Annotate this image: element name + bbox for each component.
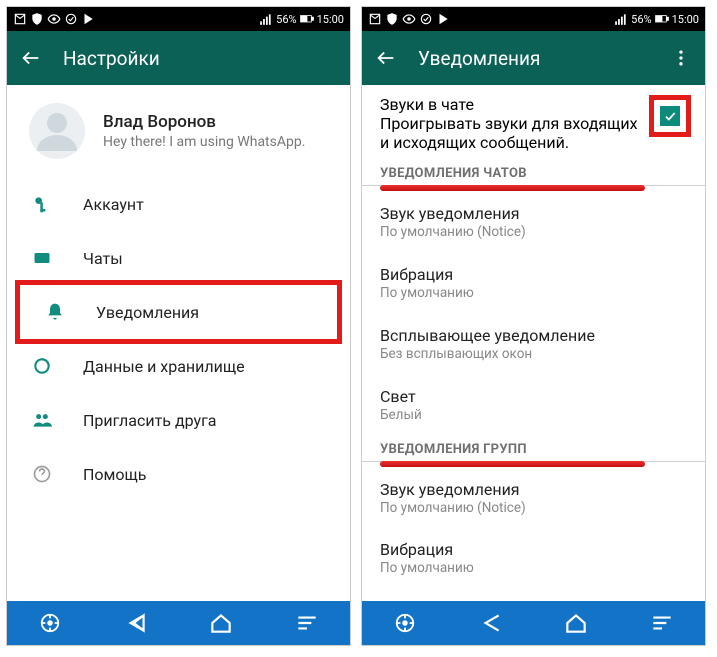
- play-icon: [436, 12, 450, 26]
- menu-account[interactable]: Аккаунт: [7, 177, 350, 231]
- setting-title: Вибрация: [380, 540, 687, 559]
- play-icon: [81, 12, 95, 26]
- setting-subtitle: Белый: [380, 407, 687, 424]
- battery-text: 56%: [276, 13, 296, 26]
- data-icon: [31, 355, 53, 377]
- setting-sound[interactable]: Звук уведомления По умолчанию (Notice): [362, 192, 705, 253]
- eye-icon: [402, 12, 416, 26]
- clock-text: 15:00: [672, 13, 699, 26]
- app-bar: Настройки: [7, 31, 350, 85]
- menu-label: Данные и хранилище: [83, 357, 245, 376]
- setting-vibration[interactable]: Вибрация По умолчанию: [362, 253, 705, 314]
- setting-title: Звуки в чате: [380, 95, 641, 114]
- menu-data[interactable]: Данные и хранилище: [7, 339, 350, 393]
- clock-text: 15:00: [317, 13, 344, 26]
- back-button[interactable]: [19, 46, 43, 70]
- nav-back[interactable]: [471, 603, 511, 643]
- nav-app-icon[interactable]: [385, 603, 425, 643]
- checkbox-chat-sounds[interactable]: [660, 106, 680, 126]
- nav-bar: [7, 601, 350, 645]
- nav-home[interactable]: [556, 603, 596, 643]
- page-title: Уведомления: [418, 47, 649, 70]
- settings-content: Влад Воронов Hey there! I am using Whats…: [7, 85, 350, 601]
- nav-home[interactable]: [201, 603, 241, 643]
- help-icon: [31, 463, 53, 485]
- menu-label: Аккаунт: [83, 195, 144, 214]
- setting-chat-sounds[interactable]: Звуки в чате Проигрывать звуки для входя…: [362, 85, 705, 160]
- battery-icon: [300, 12, 314, 26]
- highlight-underline: [380, 185, 645, 191]
- nav-app-icon[interactable]: [30, 603, 70, 643]
- menu-label: Уведомления: [96, 303, 199, 322]
- setting-title: Звук уведомления: [380, 204, 687, 223]
- status-bar: 56% 15:00: [362, 7, 705, 31]
- setting-group-sound[interactable]: Звук уведомления По умолчанию (Notice): [362, 468, 705, 529]
- setting-popup[interactable]: Всплывающее уведомление Без всплывающих …: [362, 314, 705, 375]
- nav-back[interactable]: [116, 603, 156, 643]
- sync-icon: [64, 12, 78, 26]
- highlight-box: [649, 95, 691, 137]
- setting-light[interactable]: Свет Белый: [362, 375, 705, 436]
- key-icon: [31, 193, 53, 215]
- shield-icon: [30, 12, 44, 26]
- bell-icon: [44, 301, 66, 323]
- highlight-underline: [380, 461, 645, 467]
- setting-subtitle: По умолчанию: [380, 560, 687, 577]
- menu-label: Чаты: [83, 249, 123, 268]
- battery-icon: [655, 12, 669, 26]
- menu-chats[interactable]: Чаты: [7, 231, 350, 285]
- status-bar: 56% 15:00: [7, 7, 350, 31]
- page-title: Настройки: [63, 47, 338, 70]
- setting-subtitle: Без всплывающих окон: [380, 346, 687, 363]
- phone-right: 56% 15:00 Уведомления Звуки в чате Проиг…: [361, 6, 706, 646]
- setting-subtitle: По умолчанию: [380, 285, 687, 302]
- profile-row[interactable]: Влад Воронов Hey there! I am using Whats…: [7, 85, 350, 177]
- more-button[interactable]: [669, 46, 693, 70]
- menu-label: Помощь: [83, 465, 146, 484]
- nav-recent[interactable]: [287, 603, 327, 643]
- setting-group-popup[interactable]: Всплывающее уведомление: [362, 589, 705, 601]
- sync-icon: [419, 12, 433, 26]
- nav-recent[interactable]: [642, 603, 682, 643]
- profile-status: Hey there! I am using WhatsApp.: [103, 134, 305, 150]
- notifications-content: Звуки в чате Проигрывать звуки для входя…: [362, 85, 705, 601]
- nav-bar: [362, 601, 705, 645]
- mail-icon: [368, 12, 382, 26]
- setting-subtitle: По умолчанию (Notice): [380, 224, 687, 241]
- menu-notifications[interactable]: Уведомления: [20, 285, 337, 339]
- signal-icon: [614, 12, 628, 26]
- section-groups-header: УВЕДОМЛЕНИЯ ГРУПП: [362, 436, 705, 461]
- setting-title: Звук уведомления: [380, 480, 687, 499]
- chat-icon: [31, 247, 53, 269]
- setting-title: Всплывающее уведомление: [380, 326, 687, 345]
- setting-subtitle: По умолчанию (Notice): [380, 500, 687, 517]
- app-bar: Уведомления: [362, 31, 705, 85]
- menu-help[interactable]: Помощь: [7, 447, 350, 501]
- signal-icon: [259, 12, 273, 26]
- highlight-box: Уведомления: [15, 280, 342, 344]
- setting-title: Свет: [380, 387, 687, 406]
- setting-group-vibration[interactable]: Вибрация По умолчанию: [362, 528, 705, 589]
- menu-label: Пригласить друга: [83, 411, 217, 430]
- avatar: [29, 103, 85, 159]
- shield-icon: [385, 12, 399, 26]
- phone-left: 56% 15:00 Настройки Влад Воронов Hey the…: [6, 6, 351, 646]
- setting-title: Вибрация: [380, 265, 687, 284]
- setting-subtitle: Проигрывать звуки для входящих и исходящ…: [380, 114, 641, 152]
- battery-text: 56%: [631, 13, 651, 26]
- back-button[interactable]: [374, 46, 398, 70]
- eye-icon: [47, 12, 61, 26]
- section-chats-header: УВЕДОМЛЕНИЯ ЧАТОВ: [362, 160, 705, 185]
- people-icon: [31, 409, 53, 431]
- menu-invite[interactable]: Пригласить друга: [7, 393, 350, 447]
- profile-name: Влад Воронов: [103, 112, 305, 132]
- mail-icon: [13, 12, 27, 26]
